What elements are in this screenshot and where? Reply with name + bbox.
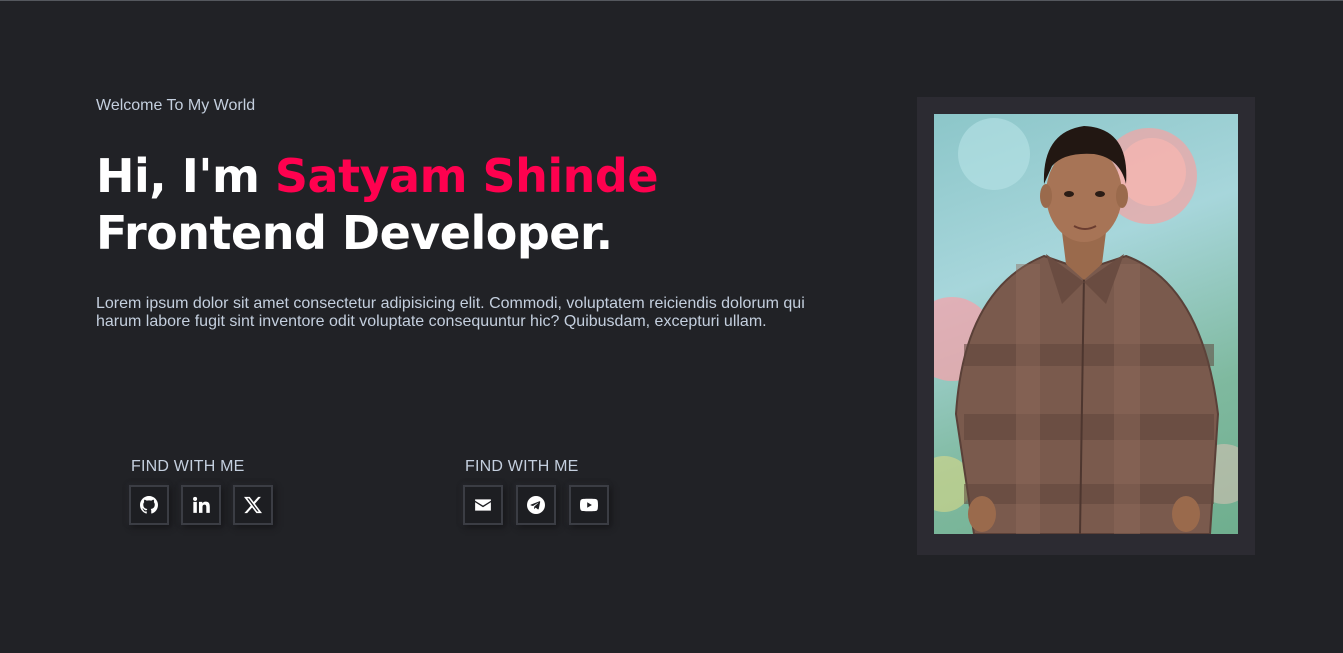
x-button[interactable]	[233, 485, 273, 525]
social-icon-row	[463, 485, 622, 525]
welcome-text: Welcome To My World	[96, 97, 256, 114]
email-button[interactable]	[463, 485, 503, 525]
greeting-text: Hi, I'm	[96, 149, 275, 203]
hero-description: Lorem ipsum dolor sit amet consectetur a…	[96, 295, 805, 330]
hero-role: Frontend Developer.	[96, 206, 613, 260]
envelope-icon	[475, 499, 491, 511]
telegram-icon	[527, 496, 545, 514]
linkedin-button[interactable]	[181, 485, 221, 525]
youtube-icon	[580, 498, 598, 512]
profile-photo	[934, 114, 1238, 534]
hero-name: Satyam Shinde	[274, 149, 659, 203]
find-with-me-title: FIND WITH ME	[465, 458, 579, 475]
find-with-me-title: FIND WITH ME	[131, 458, 245, 475]
hero-headline: Hi, I'm Satyam Shinde Frontend Developer.	[96, 148, 659, 262]
github-icon	[140, 496, 158, 514]
find-with-me-group-1: FIND WITH ME	[129, 458, 285, 525]
x-icon	[244, 496, 262, 514]
telegram-button[interactable]	[516, 485, 556, 525]
linkedin-icon	[193, 496, 210, 513]
youtube-button[interactable]	[569, 485, 609, 525]
social-icon-row	[129, 485, 285, 525]
find-with-me-group-2: FIND WITH ME	[463, 458, 622, 525]
profile-photo-frame	[917, 97, 1255, 555]
top-divider	[0, 0, 1343, 1]
github-button[interactable]	[129, 485, 169, 525]
